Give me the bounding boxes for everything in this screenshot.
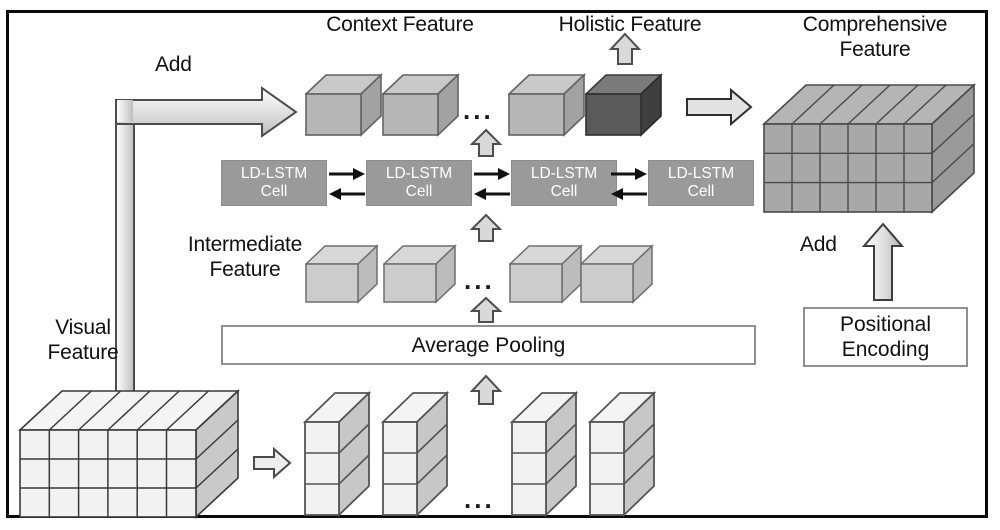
visual-slice-block — [381, 390, 449, 518]
holistic-up-arrow — [609, 32, 641, 66]
lstm-cell-1-line2: Cell — [260, 183, 288, 200]
context-up-arrow — [470, 128, 502, 158]
lstm-cell-3-line2: Cell — [550, 183, 578, 200]
holistic-feature-block — [583, 72, 664, 143]
lstm-cell-2[interactable]: LD-LSTM Cell — [366, 160, 472, 206]
intermediate-up-arrow — [470, 213, 502, 243]
lstm-cell-3-line1: LD-LSTM — [530, 165, 598, 182]
lstm-connector-2-3 — [472, 163, 512, 205]
context-feature-block — [303, 72, 384, 143]
lstm-cell-2-line2: Cell — [405, 183, 433, 200]
context-feature-block — [380, 72, 461, 143]
visual-slice-block — [588, 390, 656, 518]
visual-slice-ellipsis: ... — [464, 484, 495, 514]
visual-feature-cube — [18, 388, 243, 520]
label-add-left: Add — [155, 53, 192, 76]
label-add-right: Add — [800, 233, 837, 256]
label-visual-feature: Visual Feature — [47, 316, 119, 364]
comprehensive-feature-cube — [762, 82, 977, 214]
visual-slice-block — [510, 390, 578, 518]
lstm-cell-4[interactable]: LD-LSTM Cell — [648, 160, 754, 206]
slices-to-pooling-arrow — [470, 374, 502, 406]
intermediate-feature-ellipsis: ... — [464, 265, 495, 295]
comprehensive-right-arrow — [685, 88, 753, 126]
intermediate-feature-block — [508, 243, 583, 310]
pooling-to-intermediate-arrow — [470, 296, 502, 324]
positional-encoding-box: Positional Encoding — [803, 307, 968, 367]
figure-canvas: Context Feature Holistic Feature Compreh… — [0, 0, 1000, 530]
label-comprehensive-feature: Comprehensive Feature — [802, 13, 948, 61]
positional-up-arrow — [862, 222, 904, 302]
label-context-feature: Context Feature — [326, 13, 474, 36]
average-pooling-box: Average Pooling — [221, 325, 756, 365]
lstm-cell-4-line2: Cell — [687, 183, 715, 200]
intermediate-feature-block — [382, 243, 457, 310]
lstm-connector-3-4 — [609, 163, 649, 205]
lstm-cell-3[interactable]: LD-LSTM Cell — [511, 160, 617, 206]
lstm-cell-4-line1: LD-LSTM — [667, 165, 735, 182]
context-feature-ellipsis: ... — [463, 95, 494, 125]
visual-right-arrow — [252, 447, 292, 479]
lstm-cell-2-line1: LD-LSTM — [385, 165, 453, 182]
lstm-cell-1-line1: LD-LSTM — [240, 165, 308, 182]
label-intermediate-feature: Intermediate Feature — [187, 233, 303, 281]
lstm-connector-1-2 — [327, 163, 367, 205]
context-feature-block — [506, 72, 587, 143]
intermediate-feature-block — [579, 243, 654, 310]
visual-slice-block — [303, 390, 371, 518]
intermediate-feature-block — [304, 243, 379, 310]
lstm-cell-1[interactable]: LD-LSTM Cell — [221, 160, 327, 206]
